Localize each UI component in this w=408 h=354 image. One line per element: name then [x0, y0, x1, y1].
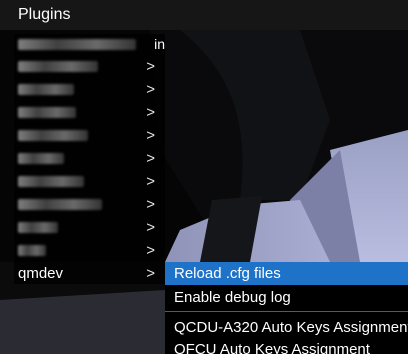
- qmdev-submenu: Reload .cfg files Enable debug log QCDU-…: [165, 262, 408, 354]
- blurred-label: [18, 199, 102, 210]
- chevron-right-icon: >: [146, 173, 155, 190]
- chevron-right-icon: >: [146, 265, 155, 282]
- plugins-menu-item-10[interactable]: >: [14, 240, 165, 261]
- chevron-right-icon: >: [146, 127, 155, 144]
- menu-item-qfcu-auto-keys-label: QFCU Auto Keys Assignment: [174, 341, 370, 354]
- plugins-menu-item-9[interactable]: >: [14, 217, 165, 238]
- plugins-menu-item-6[interactable]: >: [14, 148, 165, 169]
- menu-item-enable-debug-log-label: Enable debug log: [174, 289, 291, 306]
- blurred-label: [18, 61, 98, 72]
- plugins-menu-item-qmdev[interactable]: qmdev >: [14, 263, 165, 284]
- plugins-menu-item-1[interactable]: in: [14, 34, 165, 55]
- chevron-right-icon: >: [146, 242, 155, 259]
- xplane-screen: Plugins in > > > > > > > > > qmdev > Rel…: [0, 0, 408, 354]
- chevron-right-icon: >: [146, 219, 155, 236]
- chevron-right-icon: >: [146, 104, 155, 121]
- menu-item-qcdu-auto-keys-label: QCDU-A320 Auto Keys Assignment: [174, 319, 408, 336]
- menu-item-qfcu-auto-keys[interactable]: QFCU Auto Keys Assignment: [165, 338, 408, 354]
- menu-plugins[interactable]: Plugins: [18, 0, 70, 30]
- menu-item-reload-cfg[interactable]: Reload .cfg files: [165, 262, 408, 285]
- blurred-label: [18, 245, 46, 256]
- blurred-label: [18, 222, 58, 233]
- chevron-right-icon: >: [146, 196, 155, 213]
- blurred-label: [18, 153, 64, 164]
- menu-item-reload-cfg-label: Reload .cfg files: [174, 265, 281, 282]
- plugins-menu-item-2[interactable]: >: [14, 56, 165, 77]
- blurred-label: [18, 84, 74, 95]
- plugins-menu-item-8[interactable]: >: [14, 194, 165, 215]
- plugins-menu-item-1-tail: in: [154, 36, 165, 52]
- chevron-right-icon: >: [146, 81, 155, 98]
- plugins-menu-item-qmdev-label: qmdev: [18, 265, 64, 282]
- menu-separator: [165, 311, 408, 312]
- plugins-menu-item-4[interactable]: >: [14, 102, 165, 123]
- blurred-label: [18, 39, 136, 50]
- plugins-dropdown: in > > > > > > > > > qmdev >: [14, 34, 165, 284]
- menu-bar: Plugins: [0, 0, 408, 30]
- plugins-menu-item-3[interactable]: >: [14, 79, 165, 100]
- plugins-menu-item-5[interactable]: >: [14, 125, 165, 146]
- plugins-menu-item-7[interactable]: >: [14, 171, 165, 192]
- blurred-label: [18, 130, 88, 141]
- menu-item-enable-debug-log[interactable]: Enable debug log: [165, 286, 408, 309]
- blurred-label: [18, 176, 84, 187]
- blurred-label: [18, 107, 76, 118]
- chevron-right-icon: >: [146, 58, 155, 75]
- chevron-right-icon: >: [146, 150, 155, 167]
- menu-item-qcdu-auto-keys[interactable]: QCDU-A320 Auto Keys Assignment: [165, 316, 408, 339]
